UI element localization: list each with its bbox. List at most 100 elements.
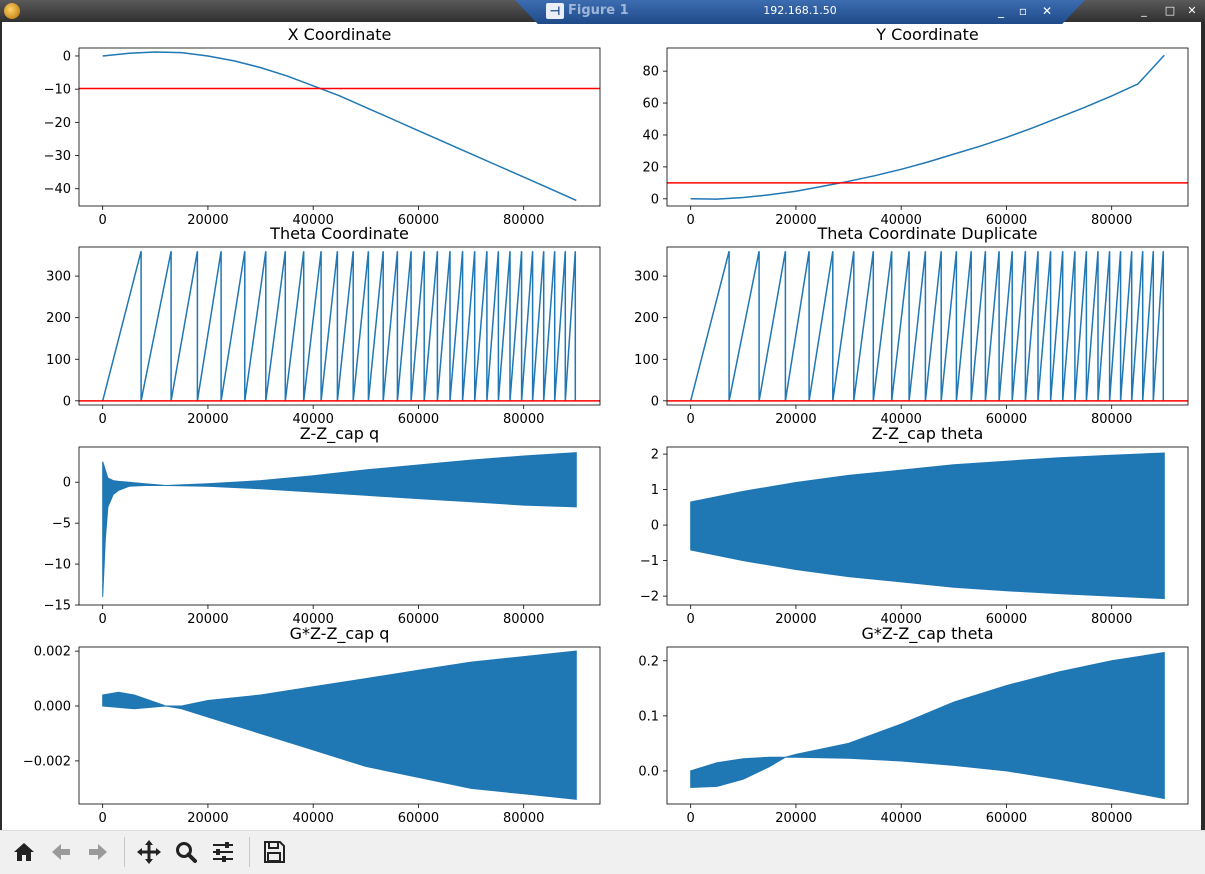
- home-icon: [14, 843, 34, 861]
- app-icon: [4, 3, 20, 19]
- x-tick-label: 80000: [503, 213, 544, 228]
- subplot-title: Y Coordinate: [875, 25, 979, 44]
- y-tick-label: −30: [44, 149, 71, 164]
- subplot-title: X Coordinate: [288, 25, 392, 44]
- y-tick-label: 300: [634, 270, 659, 285]
- x-tick-label: 20000: [187, 811, 228, 826]
- close-button[interactable]: ✕: [1184, 3, 1200, 19]
- y-tick-label: 0.2: [638, 654, 659, 669]
- x-tick-label: 0: [687, 811, 695, 826]
- subplot-title: Z-Z_cap theta: [872, 424, 984, 444]
- y-tick-label: −15: [44, 599, 71, 614]
- y-tick-label: −5: [52, 517, 71, 532]
- toolbar-separator: [124, 837, 125, 867]
- y-tick-label: 40: [642, 128, 659, 143]
- forward-button[interactable]: [83, 837, 113, 867]
- x-tick-label: 40000: [881, 811, 922, 826]
- subplot-4: 0 20000 40000 60000 800000−5−10−15Z-Z_cap q: [44, 424, 601, 627]
- plot-area: [690, 452, 1165, 600]
- y-tick-label: −1: [640, 554, 659, 569]
- y-tick-label: 20: [642, 160, 659, 175]
- y-tick-label: −0.002: [23, 754, 71, 769]
- x-tick-label: 0: [99, 612, 107, 627]
- y-tick-label: 0: [63, 394, 71, 409]
- plot-area: [667, 54, 1188, 200]
- remote-minimize-button[interactable]: _: [993, 3, 1009, 19]
- x-tick-label: 80000: [1091, 612, 1132, 627]
- x-tick-label: 20000: [775, 213, 816, 228]
- maximize-button[interactable]: □: [1162, 3, 1178, 19]
- x-tick-label: 20000: [775, 412, 816, 427]
- move-icon: [137, 840, 161, 864]
- y-tick-label: −2: [640, 590, 659, 605]
- plot-area: [102, 650, 577, 800]
- subplot-title: G*Z-Z_cap q: [290, 624, 390, 644]
- y-tick-label: 2: [651, 448, 659, 463]
- toolbar-separator: [249, 837, 250, 867]
- remote-close-button[interactable]: ✕: [1039, 3, 1055, 19]
- y-tick-label: −40: [44, 182, 71, 197]
- x-tick-label: 20000: [187, 612, 228, 627]
- y-tick-label: 100: [634, 353, 659, 368]
- pan-button[interactable]: [134, 837, 164, 867]
- y-tick-label: 0: [651, 519, 659, 534]
- x-tick-label: 60000: [398, 412, 439, 427]
- y-tick-label: −20: [44, 116, 71, 131]
- window-border-right: [1201, 22, 1205, 874]
- oscillation-band: [102, 650, 577, 800]
- plot-area: [690, 651, 1165, 800]
- y-tick-label: 1: [651, 483, 659, 498]
- floppy-disk-icon: [264, 841, 285, 863]
- arrow-right-icon: [89, 844, 107, 860]
- y-tick-label: 200: [634, 311, 659, 326]
- oscillation-band: [102, 452, 577, 597]
- subplot-3: 0 20000 40000 60000 800000100200300Theta Coo…: [634, 224, 1189, 427]
- figure-canvas[interactable]: 0 20000 40000 60000 800000−10−20−30−40X Coor…: [0, 22, 1205, 830]
- x-tick-label: 60000: [398, 612, 439, 627]
- zoom-button[interactable]: [171, 837, 201, 867]
- series-line: [101, 251, 577, 401]
- x-tick-label: 80000: [1091, 412, 1132, 427]
- y-tick-label: 200: [46, 311, 71, 326]
- x-tick-label: 60000: [398, 811, 439, 826]
- window-border-left: [0, 22, 2, 874]
- back-button[interactable]: [46, 837, 76, 867]
- remote-restore-button[interactable]: ▫: [1015, 3, 1031, 19]
- subplot-1: 0 20000 40000 60000 80000020406080Y Coordina…: [642, 25, 1189, 228]
- x-tick-label: 80000: [1091, 811, 1132, 826]
- y-tick-label: 0: [63, 476, 71, 491]
- subplot-2: 0 20000 40000 60000 800000100200300Theta Coo…: [46, 224, 601, 427]
- x-tick-label: 80000: [503, 811, 544, 826]
- subplot-7: 0 20000 40000 60000 80000 0.2 0.1 0.0 G*Z-Z_cap …: [638, 624, 1189, 826]
- x-tick-label: 80000: [503, 412, 544, 427]
- x-tick-label: 20000: [775, 612, 816, 627]
- plot-area: [79, 251, 600, 402]
- x-tick-label: 60000: [986, 811, 1027, 826]
- y-tick-label: 100: [46, 353, 71, 368]
- minimize-button[interactable]: _: [1136, 3, 1152, 19]
- x-tick-label: 60000: [986, 412, 1027, 427]
- configure-subplots-button[interactable]: [208, 837, 238, 867]
- save-button[interactable]: [259, 837, 289, 867]
- subplot-title: Theta Coordinate Duplicate: [817, 224, 1038, 243]
- y-tick-label: 60: [642, 97, 659, 112]
- x-tick-label: 80000: [1091, 213, 1132, 228]
- subplot-title: G*Z-Z_cap theta: [862, 624, 994, 644]
- x-tick-label: 0: [99, 811, 107, 826]
- x-tick-label: 40000: [293, 811, 334, 826]
- plot-area: [79, 51, 600, 202]
- y-tick-label: 0.000: [34, 700, 71, 715]
- oscillation-band: [690, 452, 1165, 600]
- window-titlebar: ⊣ 192.168.1.50 _ ▫ ✕ Figure 1 _ □ ✕: [0, 0, 1205, 24]
- y-tick-label: 0.1: [638, 709, 659, 724]
- y-tick-label: 0.0: [638, 764, 659, 779]
- home-button[interactable]: [9, 837, 39, 867]
- subplot-0: 0 20000 40000 60000 800000−10−20−30−40X Coor…: [44, 25, 601, 228]
- x-tick-label: 0: [687, 213, 695, 228]
- series-line: [690, 54, 1165, 200]
- magnifier-icon: [176, 842, 197, 863]
- window-title: Figure 1: [568, 3, 629, 18]
- x-tick-label: 0: [687, 412, 695, 427]
- x-tick-label: 0: [99, 213, 107, 228]
- y-tick-label: −10: [44, 558, 71, 573]
